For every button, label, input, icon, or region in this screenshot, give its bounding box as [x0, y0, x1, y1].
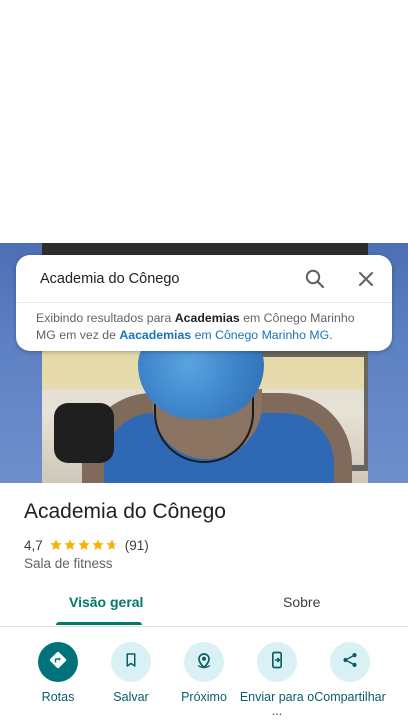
star-icon: [92, 539, 104, 550]
save-button[interactable]: Salvar: [93, 642, 169, 704]
search-divider: [16, 302, 392, 303]
map-area-blank: [0, 0, 408, 243]
share-button-circle: [330, 642, 370, 682]
search-card: Academia do Cônego Exibindo resultados p…: [16, 255, 392, 351]
bookmark-icon: [122, 651, 140, 674]
note-end: .: [329, 328, 333, 342]
share-icon: [341, 651, 359, 674]
original-query-link[interactable]: Aacademias: [119, 328, 191, 342]
send-to-phone-button[interactable]: Enviar para o ...: [239, 642, 315, 718]
search-input[interactable]: Academia do Cônego: [40, 269, 179, 289]
star-half-icon: [106, 539, 118, 550]
search-icon[interactable]: [303, 267, 327, 291]
close-icon[interactable]: [354, 267, 378, 291]
directions-button-circle: [38, 642, 78, 682]
place-category: Sala de fitness: [24, 556, 113, 571]
search-correction-note: Exibindo resultados para Academias em Cô…: [36, 310, 376, 344]
send-to-phone-label: Enviar para o ...: [239, 690, 315, 718]
star-icon: [78, 539, 90, 550]
nearby-button-circle: [184, 642, 224, 682]
active-tab-indicator: [56, 622, 142, 625]
share-button[interactable]: Compartilhar: [312, 642, 388, 704]
tab-about[interactable]: Sobre: [283, 594, 320, 610]
nearby-label: Próximo: [181, 690, 227, 704]
place-title: Academia do Cônego: [24, 500, 226, 523]
save-button-circle: [111, 642, 151, 682]
nearby-button[interactable]: Próximo: [166, 642, 242, 704]
send-to-phone-button-circle: [257, 642, 297, 682]
star-icon: [50, 539, 62, 550]
note-term: Academias: [174, 311, 240, 325]
rating-row[interactable]: 4,7 (91): [24, 536, 149, 554]
note-prefix: Exibindo resultados para: [36, 311, 175, 325]
directions-label: Rotas: [41, 690, 75, 704]
nearby-icon: [194, 650, 214, 675]
directions-button[interactable]: Rotas: [20, 642, 96, 704]
photo-bench-pad: [54, 403, 114, 463]
rating-stars: [49, 538, 119, 552]
rating-value: 4,7: [24, 537, 43, 553]
review-count: (91): [124, 537, 149, 553]
directions-icon: [48, 650, 68, 675]
save-label: Salvar: [113, 690, 149, 704]
send-to-phone-icon: [267, 650, 287, 675]
tab-overview[interactable]: Visão geral: [69, 594, 143, 610]
star-icon: [64, 539, 76, 550]
tab-divider: [0, 626, 408, 627]
share-label: Compartilhar: [314, 690, 386, 704]
original-location-link[interactable]: em Cônego Marinho MG: [191, 328, 330, 342]
